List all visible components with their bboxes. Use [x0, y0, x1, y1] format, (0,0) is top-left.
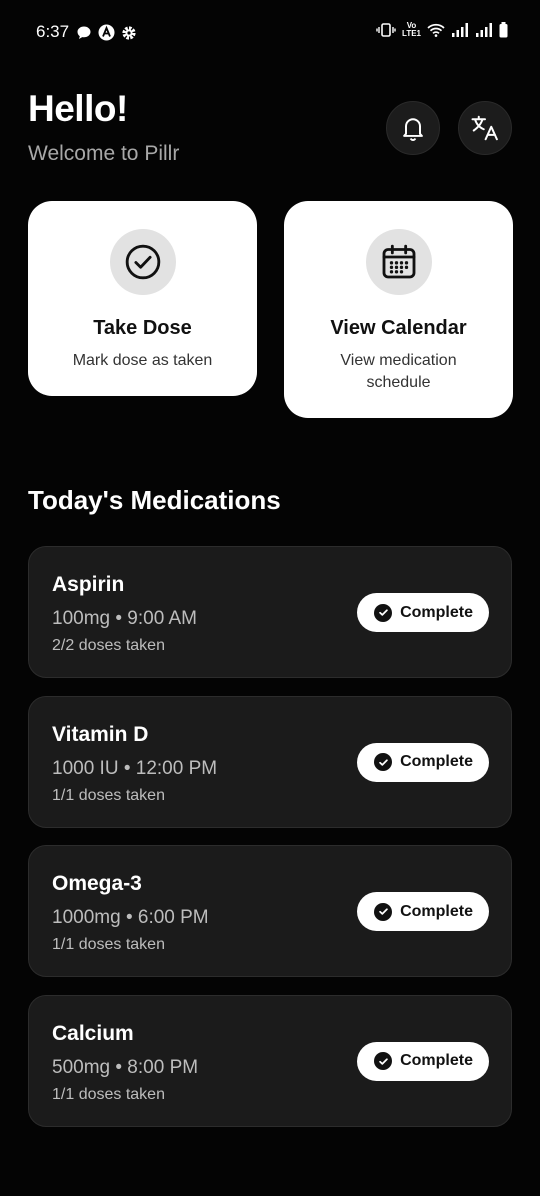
notifications-button[interactable]: [386, 101, 440, 155]
medication-card-omega-3[interactable]: Omega-3 1000mg • 6:00 PM 1/1 doses taken…: [28, 845, 512, 977]
status-bar: 6:37 Vo LTE1: [0, 0, 540, 64]
battery-icon: [499, 22, 508, 38]
take-dose-card[interactable]: Take Dose Mark dose as taken: [28, 201, 257, 396]
wifi-icon: [427, 23, 445, 37]
take-dose-description: Mark dose as taken: [72, 352, 213, 369]
medication-dosage-time: 100mg • 9:00 AM: [52, 608, 198, 629]
medication-card-aspirin[interactable]: Aspirin 100mg • 9:00 AM 2/2 doses taken …: [28, 546, 512, 678]
view-calendar-card[interactable]: View Calendar View medication schedule: [284, 201, 513, 418]
check-icon: [374, 902, 393, 921]
complete-status-label: Complete: [400, 753, 473, 770]
vibrate-icon: [376, 23, 396, 37]
complete-status-button[interactable]: Complete: [357, 1041, 489, 1081]
app-a-icon: [98, 24, 115, 41]
medication-name: Aspirin: [52, 573, 125, 596]
complete-status-label: Complete: [400, 603, 473, 621]
complete-status-label: Complete: [400, 1052, 473, 1069]
medication-card-calcium[interactable]: Calcium 500mg • 8:00 PM 1/1 doses taken …: [28, 994, 512, 1127]
signal-icon: [451, 23, 469, 37]
take-dose-icon-circle: [109, 229, 176, 295]
calendar-icon: [382, 244, 415, 279]
medication-name: Calcium: [52, 1021, 134, 1045]
check-icon: [374, 603, 393, 622]
view-calendar-title: View Calendar: [330, 317, 467, 339]
volte-icon: Vo LTE1: [402, 21, 421, 38]
check-circle-icon: [125, 244, 160, 280]
medication-card-vitamin-d[interactable]: Vitamin D 1000 IU • 12:00 PM 1/1 doses t…: [28, 695, 512, 828]
complete-status-label: Complete: [400, 902, 473, 920]
signal-icon-2: [475, 23, 493, 37]
bell-icon: [403, 118, 423, 141]
greeting-title: Hello!: [28, 88, 128, 129]
calendar-icon-circle: [365, 229, 432, 295]
language-button[interactable]: [458, 101, 512, 155]
home-screen: 6:37 Vo LTE1 Hello! Welcome to Pillr Tak…: [0, 0, 540, 1196]
medication-name: Vitamin D: [52, 722, 149, 746]
welcome-subtitle: Welcome to Pillr: [28, 142, 180, 165]
medication-list: Aspirin 100mg • 9:00 AM 2/2 doses taken …: [28, 546, 512, 1144]
medication-dosage-time: 1000 IU • 12:00 PM: [52, 757, 218, 779]
medication-dosage-time: 500mg • 8:00 PM: [52, 1056, 199, 1078]
complete-status-button[interactable]: Complete: [357, 892, 489, 931]
todays-medications-heading: Today's Medications: [28, 485, 281, 515]
translate-icon: [471, 115, 498, 141]
medication-doses-taken: 1/1 doses taken: [52, 936, 165, 953]
settings-gear-icon: [121, 25, 137, 41]
complete-status-button[interactable]: Complete: [357, 742, 489, 782]
medication-name: Omega-3: [52, 872, 142, 895]
chat-bubble-icon: [76, 25, 92, 41]
view-calendar-description: View medication schedule: [340, 352, 457, 391]
medication-doses-taken: 1/1 doses taken: [52, 1085, 165, 1103]
medication-dosage-time: 1000mg • 6:00 PM: [52, 907, 209, 928]
status-notification-icons: [76, 24, 137, 41]
medication-doses-taken: 1/1 doses taken: [52, 786, 165, 804]
check-icon: [374, 753, 393, 771]
complete-status-button[interactable]: Complete: [357, 593, 489, 632]
status-system-icons: Vo LTE1: [376, 22, 508, 38]
check-icon: [374, 1052, 393, 1070]
take-dose-title: Take Dose: [93, 317, 192, 339]
status-time: 6:37: [36, 22, 70, 41]
medication-doses-taken: 2/2 doses taken: [52, 637, 165, 654]
